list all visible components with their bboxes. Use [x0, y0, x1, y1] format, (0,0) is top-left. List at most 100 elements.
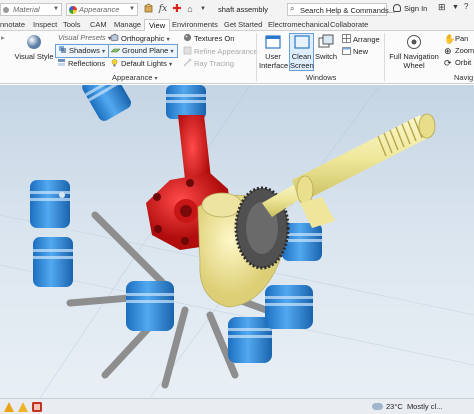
appearance-selector[interactable]: Appearance ▼	[66, 3, 138, 16]
new-window-button[interactable]: New	[342, 46, 368, 57]
clean-screen-label-line1: Clean	[291, 52, 312, 61]
piston	[33, 237, 73, 287]
material-selector[interactable]: Material ▼	[0, 3, 62, 16]
title-bar: Material ▼ Appearance ▼ fx ✚ ⌂ ▼ shaft a…	[0, 0, 474, 19]
collapsed-panel-arrow-icon[interactable]: ▸	[1, 33, 5, 43]
piston	[126, 281, 174, 331]
user-interface-button[interactable]: User Interface	[259, 34, 288, 70]
help-icon[interactable]: ?	[464, 2, 468, 11]
search-placeholder: Search Help & Commands...	[300, 6, 396, 15]
textures-on-label: Textures On	[194, 34, 235, 43]
ribbon-panel: ▸ Visual Style Visual Presets▼ Shadows▼ …	[0, 31, 474, 84]
clean-screen-button[interactable]: Clean Screen	[289, 33, 314, 71]
piston	[228, 317, 272, 363]
tab-get-started[interactable]: Get Started	[224, 19, 262, 31]
piston	[30, 180, 70, 228]
ground-plane-label: Ground Plane	[122, 46, 169, 55]
textures-icon	[183, 33, 192, 42]
customize-dropdown-icon[interactable]: ▼	[197, 3, 209, 15]
visual-presets-dropdown[interactable]: Visual Presets▼	[58, 33, 112, 44]
shadows-toggle[interactable]: Shadows▼	[55, 44, 110, 58]
refine-appearance-icon	[183, 46, 192, 55]
full-navigation-wheel-button[interactable]: Full Navigation Wheel	[388, 34, 440, 70]
temperature-text: 23°C	[386, 402, 403, 411]
zoom-button[interactable]: ⊕ Zoom	[444, 46, 474, 56]
appearance-swatch-icon	[69, 6, 77, 14]
chevron-down-icon: ▼	[129, 6, 135, 12]
crankshaft	[262, 113, 436, 228]
ground-plane-icon	[111, 48, 120, 53]
graphics-viewport[interactable]	[0, 85, 474, 398]
reflections-label: Reflections	[68, 59, 106, 68]
new-window-label: New	[353, 47, 369, 56]
add-icon[interactable]: ✚	[171, 3, 183, 15]
arrange-button[interactable]: Arrange	[342, 34, 380, 45]
tab-annotate[interactable]: nnotate	[0, 19, 25, 31]
default-lights-dropdown[interactable]: Default Lights▼	[110, 58, 173, 70]
appearance-label: Appearance	[79, 5, 120, 14]
visual-presets-label: Visual Presets	[58, 33, 106, 42]
ray-tracing-button[interactable]: Ray Tracing	[183, 58, 234, 69]
tab-environments[interactable]: Environments	[172, 19, 218, 31]
weather-widget[interactable]: 23°C Mostly cl...	[372, 402, 442, 411]
tab-manage[interactable]: Manage	[114, 19, 141, 31]
pan-label: Pan	[455, 34, 469, 43]
material-swatch-icon	[3, 7, 9, 13]
full-navigation-wheel-label-line2: Wheel	[403, 61, 425, 70]
clean-screen-icon	[293, 34, 311, 50]
switch-label: Switch	[315, 52, 338, 61]
search-input[interactable]: ⌕ Search Help & Commands...	[287, 3, 395, 16]
chevron-down-icon: ▼	[169, 49, 175, 55]
clear-appearance-icon[interactable]	[142, 3, 154, 15]
orbit-icon: ⟳	[444, 58, 452, 68]
ray-tracing-icon	[183, 58, 192, 67]
material-label: Material	[13, 5, 40, 14]
visual-style-label: Visual Style	[14, 52, 54, 61]
new-window-icon	[342, 47, 351, 55]
weather-text: Mostly cl...	[406, 402, 443, 411]
refine-appearance-button[interactable]: Refine Appearance	[183, 46, 258, 57]
inventor-app-icon[interactable]	[18, 402, 28, 412]
switch-windows-icon	[317, 34, 335, 50]
cart-icon[interactable]: ⊞	[438, 2, 446, 13]
chevron-down-icon: ▼	[165, 37, 171, 43]
appearance-panel-title: Appearance	[112, 73, 153, 82]
tab-collaborate[interactable]: Collaborate	[330, 19, 368, 31]
pinned-app-icon[interactable]	[32, 402, 42, 412]
orbit-button[interactable]: ⟳ Orbit	[444, 58, 471, 68]
chevron-down-icon: ▼	[100, 49, 107, 55]
windows-panel-label: Windows	[306, 73, 337, 82]
cloud-icon	[372, 403, 383, 410]
reflections-toggle[interactable]: Reflections	[57, 58, 105, 69]
pan-hand-icon: ✋	[444, 34, 456, 44]
ground-plane-toggle[interactable]: Ground Plane▼	[108, 44, 178, 58]
textures-on-toggle[interactable]: Textures On	[183, 33, 234, 44]
windows-taskbar: 23°C Mostly cl...	[0, 398, 474, 414]
tab-electromechanical[interactable]: Electromechanical	[268, 19, 329, 31]
switch-button[interactable]: Switch	[315, 34, 337, 61]
piston	[265, 285, 313, 329]
visual-style-button[interactable]: Visual Style	[14, 34, 54, 61]
fx-parameters-button[interactable]: fx	[157, 3, 169, 15]
reflections-icon	[58, 59, 65, 66]
tab-tools[interactable]: Tools	[63, 19, 81, 31]
chevron-down-icon: ▼	[53, 6, 59, 12]
zoom-label: Zoom	[455, 46, 474, 55]
tab-cam[interactable]: CAM	[90, 19, 107, 31]
sign-in-button[interactable]: Sign In	[393, 4, 427, 13]
pan-button[interactable]: ✋Pan	[444, 34, 468, 44]
arrange-icon	[342, 34, 351, 43]
sign-in-label: Sign In	[404, 4, 428, 13]
visual-style-icon	[25, 34, 43, 50]
tab-inspect[interactable]: Inspect	[33, 19, 57, 31]
clean-screen-label-line2: Screen	[290, 61, 314, 70]
inventor-app-icon[interactable]	[4, 402, 14, 412]
user-interface-label-line1: User	[265, 52, 281, 61]
lights-icon	[111, 59, 118, 67]
chevron-down-icon[interactable]: ▼	[452, 4, 459, 11]
panel-launcher-icon[interactable]: ▾	[155, 76, 158, 82]
shadows-icon	[59, 46, 66, 53]
home-icon[interactable]: ⌂	[184, 3, 196, 15]
zoom-icon: ⊕	[444, 46, 452, 56]
search-icon: ⌕	[290, 4, 295, 13]
